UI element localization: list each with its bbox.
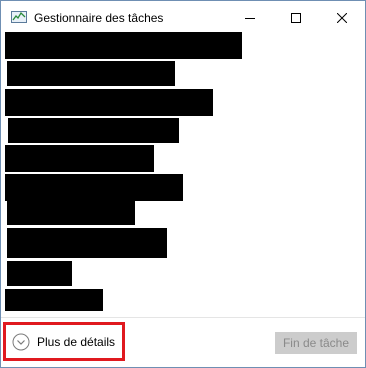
- chevron-down-circle-icon: [12, 333, 30, 350]
- process-row-redacted[interactable]: [5, 145, 154, 172]
- end-task-button[interactable]: Fin de tâche: [275, 332, 357, 354]
- title-bar[interactable]: Gestionnaire des tâches: [1, 1, 365, 34]
- process-row-redacted[interactable]: [8, 118, 179, 143]
- process-row-redacted[interactable]: [7, 228, 167, 258]
- minimize-button[interactable]: [227, 1, 273, 34]
- maximize-button[interactable]: [273, 1, 319, 34]
- close-icon: [337, 12, 347, 23]
- process-row-redacted[interactable]: [5, 174, 183, 201]
- more-details-label: Plus de détails: [37, 334, 116, 349]
- process-row-redacted[interactable]: [5, 32, 242, 59]
- process-row-redacted[interactable]: [7, 200, 135, 225]
- more-details-button[interactable]: Plus de détails: [3, 322, 125, 361]
- process-row-redacted[interactable]: [7, 261, 72, 286]
- footer: Plus de détails Fin de tâche: [1, 319, 365, 367]
- process-row-redacted[interactable]: [7, 61, 175, 86]
- process-row-redacted[interactable]: [5, 89, 213, 116]
- close-button[interactable]: [319, 1, 365, 34]
- process-list: [2, 32, 364, 315]
- window-title: Gestionnaire des tâches: [34, 11, 164, 25]
- footer-divider: [1, 317, 365, 318]
- task-manager-icon: [11, 11, 27, 23]
- minimize-icon: [245, 17, 255, 19]
- process-row-redacted[interactable]: [5, 289, 103, 311]
- maximize-icon: [291, 12, 301, 23]
- task-manager-window: Gestionnaire des tâches Plus de détails …: [0, 0, 366, 368]
